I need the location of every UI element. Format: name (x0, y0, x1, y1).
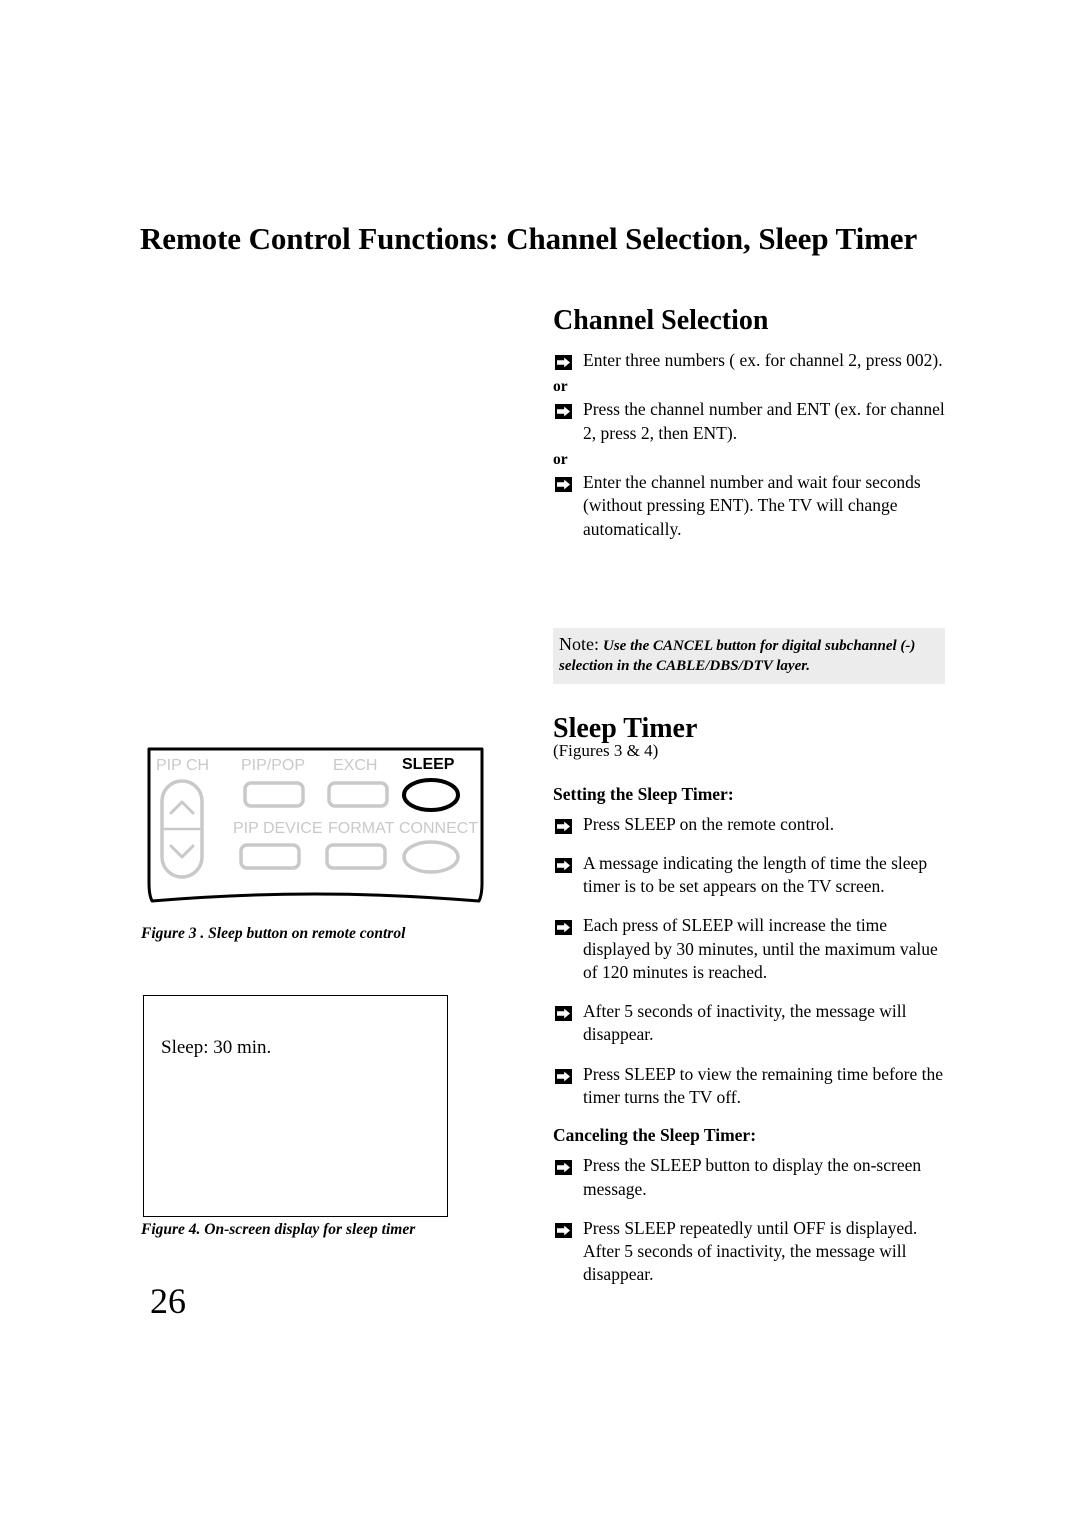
list-item-text: Press SLEEP repeatedly until OFF is disp… (583, 1217, 918, 1285)
arrow-right-bullet-icon (555, 1158, 572, 1176)
list-item-text: After 5 seconds of inactivity, the messa… (583, 1001, 907, 1045)
arrow-right-bullet-icon (555, 402, 572, 420)
remote-label-pip-device: PIP DEVICE (233, 820, 323, 837)
figure-3-caption: Figure 3 . Sleep button on remote contro… (141, 925, 406, 942)
canceling-sleep-timer-list: Press the SLEEP button to display the on… (553, 1154, 953, 1286)
setting-sleep-timer-heading: Setting the Sleep Timer: (553, 783, 734, 804)
remote-label-format: FORMAT (328, 820, 395, 837)
list-item-text: Press the SLEEP button to display the on… (583, 1155, 922, 1199)
list-item: Press SLEEP to view the remaining time b… (553, 1063, 953, 1110)
channel-selection-list-3: Enter the channel number and wait four s… (553, 471, 953, 541)
list-item: After 5 seconds of inactivity, the messa… (553, 1000, 953, 1047)
list-item: Press SLEEP repeatedly until OFF is disp… (553, 1217, 953, 1287)
list-item-text: Enter the channel number and wait four s… (583, 471, 921, 539)
figure-3-remote-control: PIP CH PIP/POP EXCH SLEEP PIP DEVICE FOR… (143, 745, 488, 917)
arrow-right-bullet-icon (555, 353, 572, 371)
channel-selection-list-2: Press the channel number and ENT (ex. fo… (553, 398, 953, 445)
remote-label-pip-pop: PIP/POP (241, 757, 306, 774)
or-label-1: or (553, 378, 568, 396)
document-page: Remote Control Functions: Channel Select… (0, 0, 1080, 1528)
list-item-text: Each press of SLEEP will increase the ti… (583, 915, 938, 982)
list-item: Enter three numbers ( ex. for channel 2,… (553, 349, 953, 372)
list-item: Each press of SLEEP will increase the ti… (553, 914, 953, 984)
list-item: Press SLEEP on the remote control. (553, 813, 953, 836)
list-item: Enter the channel number and wait four s… (553, 471, 953, 541)
arrow-right-bullet-icon (555, 1067, 572, 1084)
arrow-right-bullet-icon (555, 856, 572, 873)
list-item-text: Press SLEEP to view the remaining time b… (583, 1063, 943, 1107)
canceling-sleep-timer-heading: Canceling the Sleep Timer: (553, 1125, 757, 1146)
page-number: 26 (150, 1281, 186, 1321)
or-label-2: or (553, 450, 568, 468)
arrow-right-bullet-icon (555, 1004, 572, 1022)
channel-selection-heading: Channel Selection (553, 305, 769, 336)
figure-4-osd-box: Sleep: 30 min. (143, 995, 448, 1217)
arrow-right-bullet-icon (555, 475, 572, 492)
page-title: Remote Control Functions: Channel Select… (140, 221, 918, 256)
arrow-right-bullet-icon (555, 1221, 572, 1238)
note-text: Use the CANCEL button for digital subcha… (559, 638, 916, 674)
sleep-timer-section: Sleep Timer (Figures 3 & 4) Setting the … (553, 713, 953, 1303)
list-item-text: Press the channel number and ENT (ex. fo… (583, 399, 945, 443)
setting-sleep-timer-list: Press SLEEP on the remote control. A mes… (553, 813, 953, 1110)
list-item-text: Enter three numbers ( ex. for channel 2,… (583, 350, 943, 371)
list-item: A message indicating the length of time … (553, 852, 953, 899)
list-item-text: A message indicating the length of time … (583, 852, 928, 897)
osd-message: Sleep: 30 min. (161, 1037, 272, 1058)
channel-selection-list: Enter three numbers ( ex. for channel 2,… (553, 349, 953, 372)
remote-label-connect: CONNECT (399, 820, 479, 837)
remote-label-exch: EXCH (333, 757, 378, 774)
sleep-timer-figure-ref: (Figures 3 & 4) (553, 741, 659, 761)
note-label: Note: (559, 634, 599, 654)
right-column: Channel Selection Enter three numbers ( … (553, 305, 953, 557)
remote-label-sleep: SLEEP (402, 756, 455, 773)
list-item: Press the channel number and ENT (ex. fo… (553, 398, 953, 445)
arrow-right-bullet-icon (555, 918, 572, 936)
remote-label-pip-ch: PIP CH (156, 757, 210, 774)
list-item: Press the SLEEP button to display the on… (553, 1154, 953, 1201)
arrow-right-bullet-icon (555, 817, 572, 834)
figure-4-caption: Figure 4. On-screen display for sleep ti… (141, 1221, 416, 1238)
note-box: Note: Use the CANCEL button for digital … (553, 628, 945, 684)
list-item-text: Press SLEEP on the remote control. (583, 813, 835, 834)
